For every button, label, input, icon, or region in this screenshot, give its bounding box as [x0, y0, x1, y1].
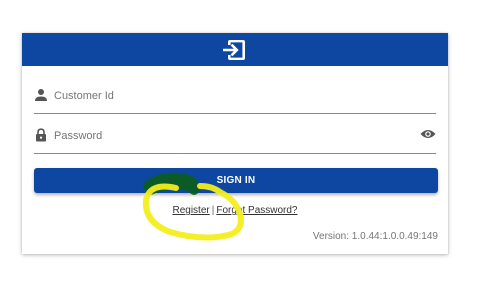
login-card: SIGN IN Register|Forgot Password? Versio… [22, 33, 448, 254]
password-field [34, 123, 436, 154]
password-input[interactable] [54, 125, 414, 147]
customer-id-input[interactable] [54, 85, 414, 107]
person-icon [35, 89, 47, 101]
forgot-password-link[interactable]: Forgot Password? [216, 205, 297, 216]
page: SIGN IN Register|Forgot Password? Versio… [0, 0, 480, 298]
login-icon [223, 40, 245, 60]
version-label: Version: 1.0.44:1.0.0.49:149 [312, 231, 438, 242]
customer-id-field [34, 83, 436, 114]
lock-icon [36, 128, 46, 142]
register-link[interactable]: Register [172, 205, 209, 216]
eye-icon[interactable] [420, 128, 436, 140]
signin-button[interactable]: SIGN IN [34, 168, 438, 193]
auth-links: Register | Forgot Password? [22, 205, 448, 216]
card-header [22, 33, 448, 66]
